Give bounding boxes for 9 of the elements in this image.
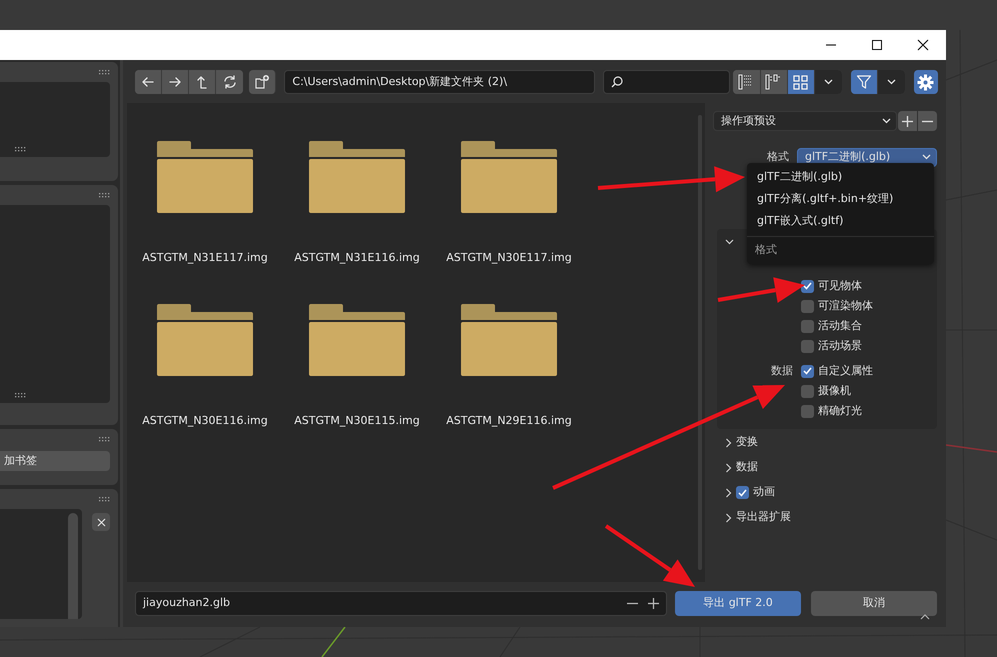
checkbox-label: 可见物体 bbox=[818, 278, 862, 294]
checkbox-label: 精确灯光 bbox=[818, 402, 862, 419]
checkbox-label: 活动集合 bbox=[818, 318, 862, 334]
checkbox-label: 活动场景 bbox=[818, 338, 862, 354]
checkbox-label: 可渲染物体 bbox=[818, 298, 873, 314]
checkbox-label: 摄像机 bbox=[818, 382, 851, 399]
format-label: 格式 bbox=[766, 148, 790, 165]
checkbox-label: 自定义属性 bbox=[818, 362, 873, 379]
group-label: 数据 bbox=[770, 362, 794, 379]
